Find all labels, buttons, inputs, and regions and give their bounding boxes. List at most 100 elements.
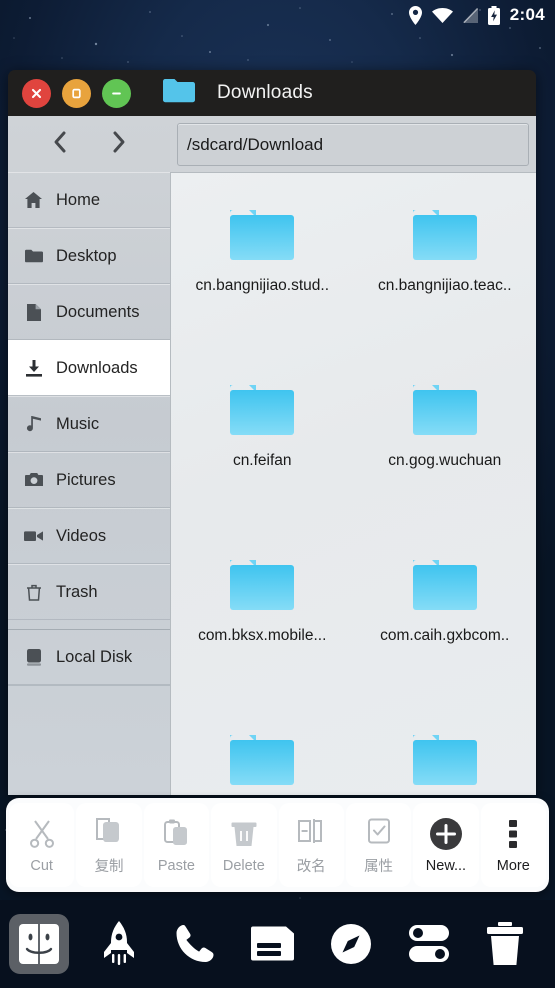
phone-icon (176, 925, 214, 962)
properties-icon (366, 814, 392, 848)
delete-button[interactable]: Delete (211, 803, 277, 887)
file-grid: cn.bangnijiao.stud.. cn.bangnijiao.teac.… (171, 195, 536, 795)
sidebar-item-label: Home (56, 190, 101, 209)
wifi-icon (431, 7, 453, 23)
trash-icon (24, 584, 43, 601)
settings-icon (408, 925, 449, 962)
sidebar-item-desktop[interactable]: Desktop (8, 228, 170, 284)
folder-icon (409, 382, 481, 438)
dock-finder-slot (0, 914, 78, 974)
button-label: 属性 (364, 859, 394, 875)
path-bar-container: /sdcard/Download (170, 116, 536, 172)
scissors-icon (28, 817, 56, 851)
button-label: 复制 (94, 859, 124, 875)
sidebar-item-label: Trash (56, 582, 98, 601)
file-item[interactable]: cn.bangnijiao.stud.. (171, 195, 354, 370)
file-name: cn.feifan (232, 452, 292, 469)
music-note-icon (24, 416, 43, 432)
file-pane: /sdcard/Download cn.bangnijiao.stud.. cn… (170, 116, 536, 795)
more-vertical-icon (507, 817, 519, 851)
sidebar-item-trash[interactable]: Trash (8, 564, 170, 620)
file-name: cn.bangnijiao.teac.. (377, 277, 512, 294)
location-pin-icon (408, 5, 423, 25)
navigation-buttons (8, 116, 170, 172)
button-label: Paste (157, 857, 195, 874)
dock-item-trash[interactable] (486, 922, 524, 966)
forward-button[interactable] (109, 129, 129, 160)
paste-button[interactable]: Paste (143, 803, 210, 887)
video-icon (24, 530, 43, 542)
button-label: New... (425, 857, 467, 874)
file-grid-container[interactable]: cn.bangnijiao.stud.. cn.bangnijiao.teac.… (170, 172, 536, 795)
rename-icon (297, 814, 325, 848)
camera-icon (24, 473, 43, 487)
folder-icon (163, 78, 195, 108)
window-title: Downloads (217, 82, 313, 103)
file-name: cn.bangnijiao.stud.. (195, 277, 330, 294)
sidebar-item-label: Desktop (56, 246, 117, 265)
back-button[interactable] (50, 129, 70, 160)
dock-item-finder[interactable] (9, 914, 69, 974)
clipboard-icon (162, 817, 190, 851)
home-icon (24, 192, 43, 208)
sidebar-item-documents[interactable]: Documents (8, 284, 170, 340)
sidebar-item-downloads[interactable]: Downloads (8, 340, 170, 396)
file-item[interactable]: cn.gog.wuchuan (354, 370, 537, 545)
folder-icon (226, 557, 298, 613)
sidebar-empty-space (8, 685, 170, 795)
hard-disk-icon (24, 648, 43, 666)
file-item[interactable]: com.bksx.mobile... (171, 545, 354, 720)
properties-button[interactable]: 属性 (345, 803, 412, 887)
new-button[interactable]: New... (413, 803, 479, 887)
trash-icon (230, 817, 258, 851)
folder-icon (24, 249, 43, 263)
download-icon (24, 359, 43, 377)
copy-button[interactable]: 复制 (76, 803, 142, 887)
plus-circle-icon (429, 817, 463, 851)
window-titlebar: Downloads (8, 70, 536, 116)
sidebar-item-music[interactable]: Music (8, 396, 170, 452)
copy-icon (95, 814, 123, 848)
sidebar-item-videos[interactable]: Videos (8, 508, 170, 564)
sidebar: Home Desktop Documents Downloads Music P… (8, 116, 170, 795)
path-input[interactable]: /sdcard/Download (177, 123, 529, 166)
dock-bar (0, 900, 555, 988)
file-name: com.bksx.mobile... (198, 627, 327, 644)
file-item[interactable] (354, 720, 537, 795)
cut-button[interactable]: Cut (9, 803, 75, 887)
sidebar-item-label: Local Disk (56, 647, 133, 666)
file-manager-window: Downloads Home Desktop Documents Downloa… (8, 70, 536, 795)
close-button[interactable] (22, 78, 51, 108)
more-button[interactable]: More (480, 803, 546, 887)
file-name: com.caih.gxbcom.. (380, 627, 510, 644)
sidebar-item-label: Music (56, 414, 100, 433)
signal-off-icon (462, 7, 479, 24)
dock-item-messages[interactable] (251, 925, 295, 963)
sidebar-item-label: Pictures (56, 470, 116, 489)
folder-icon (409, 557, 481, 613)
sidebar-item-label: Documents (56, 302, 140, 321)
sidebar-item-label: Videos (56, 526, 107, 545)
folder-icon (409, 207, 481, 263)
sidebar-item-pictures[interactable]: Pictures (8, 452, 170, 508)
status-bar: 2:04 (0, 0, 555, 30)
dock-app-list (78, 921, 555, 967)
rename-button[interactable]: 改名 (278, 803, 344, 887)
file-item[interactable] (171, 720, 354, 795)
trash-icon (486, 922, 523, 965)
dock-item-phone[interactable] (174, 923, 216, 965)
folder-icon (226, 382, 298, 438)
file-item[interactable]: com.caih.gxbcom.. (354, 545, 537, 720)
finder-icon (18, 923, 60, 965)
sidebar-item-local-disk[interactable]: Local Disk (8, 629, 170, 685)
sidebar-item-home[interactable]: Home (8, 172, 170, 228)
dock-item-browser[interactable] (330, 923, 372, 965)
dock-item-rocket[interactable] (99, 921, 139, 967)
dock-item-settings[interactable] (407, 924, 451, 964)
file-item[interactable]: cn.bangnijiao.teac.. (354, 195, 537, 370)
compass-icon (330, 924, 371, 964)
maximize-button[interactable] (62, 78, 91, 108)
minimize-button[interactable] (102, 78, 131, 108)
file-item[interactable]: cn.feifan (171, 370, 354, 545)
action-toolbar: Cut 复制 Paste Delete 改名 属性 New... More (6, 798, 549, 892)
